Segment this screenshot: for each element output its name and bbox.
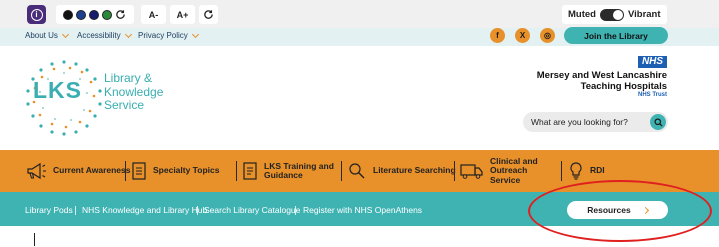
page: i A- A+ Muted Vibrant About Us Accessibi… bbox=[0, 0, 719, 247]
chevron-down-icon bbox=[124, 30, 132, 38]
highlight-annotation bbox=[528, 180, 712, 242]
nhs-logo: NHS bbox=[638, 56, 667, 68]
chevron-down-icon bbox=[61, 30, 69, 38]
site-header: LKS Library & Knowledge Service NHS Mers… bbox=[0, 46, 719, 150]
reset-button[interactable] bbox=[199, 5, 218, 24]
mode-vibrant-label: Vibrant bbox=[627, 9, 661, 20]
contrast-green-option[interactable] bbox=[102, 9, 112, 20]
reload-icon bbox=[204, 10, 213, 19]
search-bar bbox=[523, 112, 668, 132]
link-search-catalogue[interactable]: Search Library Catalogue bbox=[204, 205, 300, 215]
service-name: Library & Knowledge Service bbox=[104, 71, 164, 112]
lightbulb-icon bbox=[570, 162, 582, 180]
menu-lks-training-guidance[interactable]: LKS Training and Guidance bbox=[242, 150, 336, 192]
trust-subtitle: NHS Trust bbox=[637, 92, 667, 98]
menu-divider bbox=[125, 161, 126, 181]
text-cursor bbox=[34, 233, 35, 246]
color-mode-toggle[interactable]: Muted Vibrant bbox=[562, 5, 667, 24]
truck-icon bbox=[460, 164, 483, 179]
contrast-dark-option[interactable] bbox=[63, 9, 73, 20]
join-library-button[interactable]: Join the Library bbox=[564, 27, 668, 44]
nav-privacy-policy[interactable]: Privacy Policy bbox=[138, 30, 199, 40]
nav-accessibility[interactable]: Accessibility bbox=[77, 30, 132, 40]
mode-switch[interactable] bbox=[599, 8, 624, 21]
accessibility-button[interactable]: i bbox=[27, 5, 46, 24]
document-icon bbox=[132, 162, 146, 180]
link-divider bbox=[295, 206, 296, 215]
link-register-openathens[interactable]: Register with NHS OpenAthens bbox=[303, 205, 422, 215]
chevron-down-icon bbox=[191, 30, 199, 38]
document-icon bbox=[243, 162, 257, 180]
mode-muted-label: Muted bbox=[568, 9, 596, 20]
search-button[interactable] bbox=[650, 114, 666, 130]
contrast-blue-option[interactable] bbox=[76, 9, 86, 20]
megaphone-icon bbox=[27, 162, 46, 180]
search-input[interactable] bbox=[531, 115, 641, 129]
text-smaller-button[interactable]: A- bbox=[141, 5, 166, 24]
search-icon bbox=[653, 117, 663, 127]
link-nhs-knowledge-hub[interactable]: NHS Knowledge and Library Hub bbox=[82, 205, 207, 215]
nav-about-us[interactable]: About Us bbox=[25, 30, 69, 40]
menu-current-awareness[interactable]: Current Awareness bbox=[25, 150, 130, 192]
facebook-icon[interactable]: f bbox=[490, 28, 505, 43]
trust-name: Mersey and West Lancashire Teaching Hosp… bbox=[536, 70, 667, 92]
menu-literature-searching[interactable]: Literature Searching bbox=[347, 150, 456, 192]
menu-clinical-outreach[interactable]: Clinical and Outreach Service bbox=[460, 150, 555, 192]
contrast-navy-option[interactable] bbox=[89, 9, 99, 20]
instagram-icon[interactable]: ◎ bbox=[540, 28, 555, 43]
link-divider bbox=[75, 206, 76, 215]
contrast-options bbox=[56, 5, 134, 24]
menu-divider bbox=[236, 161, 237, 181]
menu-divider bbox=[561, 161, 562, 181]
search-person-icon bbox=[349, 163, 365, 179]
menu-divider bbox=[341, 161, 342, 181]
link-library-pods[interactable]: Library Pods bbox=[25, 205, 73, 215]
menu-specialty-topics[interactable]: Specialty Topics bbox=[131, 150, 219, 192]
x-twitter-icon[interactable]: X bbox=[515, 28, 530, 43]
accessibility-toolbar: i A- A+ Muted Vibrant bbox=[0, 0, 719, 28]
link-divider bbox=[197, 206, 198, 215]
lks-logo-text: LKS bbox=[33, 77, 82, 103]
text-larger-button[interactable]: A+ bbox=[170, 5, 195, 24]
accessibility-icon: i bbox=[30, 8, 43, 21]
reload-icon[interactable] bbox=[115, 9, 126, 20]
menu-divider bbox=[454, 161, 455, 181]
